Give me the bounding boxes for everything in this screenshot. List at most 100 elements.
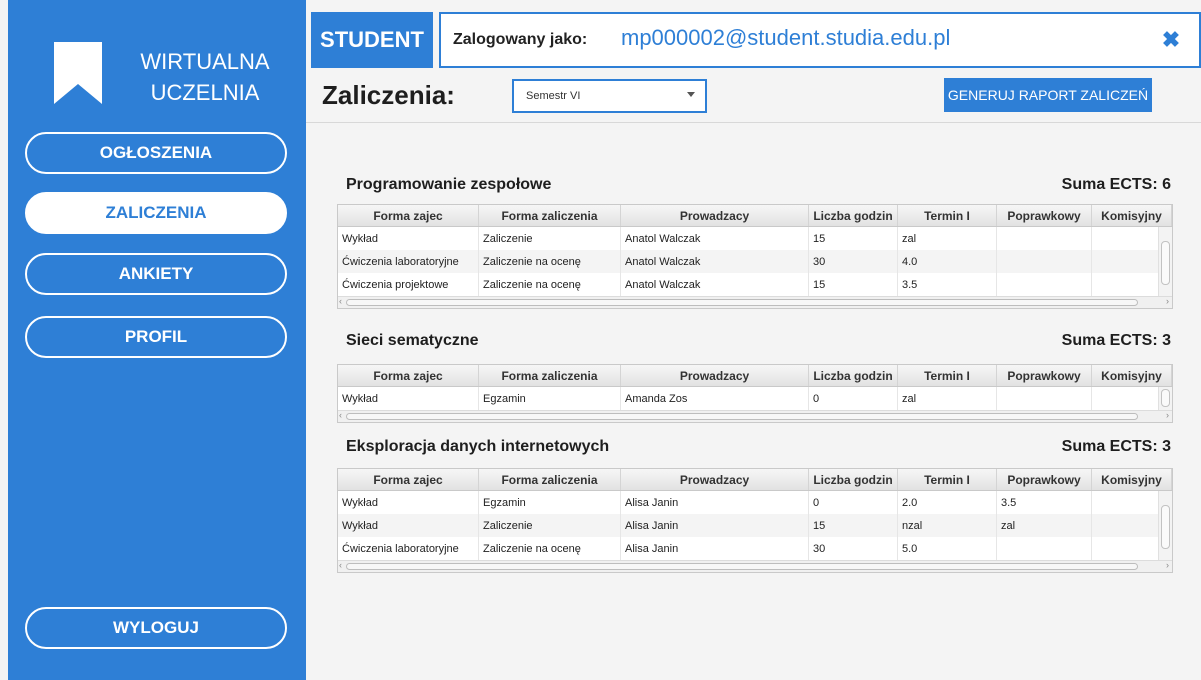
close-icon[interactable]: ✖ bbox=[1159, 28, 1183, 52]
table-cell: Wykład bbox=[338, 227, 479, 250]
table-header: Forma zajec Forma zaliczenia Prowadzacy … bbox=[338, 365, 1172, 387]
sidebar-item-ogloszenia[interactable]: OGŁOSZENIA bbox=[25, 132, 287, 174]
column-header[interactable]: Komisyjny bbox=[1092, 205, 1172, 226]
table-cell: zal bbox=[997, 514, 1092, 537]
column-header[interactable]: Forma zaliczenia bbox=[479, 365, 621, 386]
column-header[interactable]: Poprawkowy bbox=[997, 365, 1092, 386]
table-cell: 15 bbox=[809, 514, 898, 537]
horizontal-scrollbar[interactable]: ‹ › bbox=[338, 410, 1172, 422]
login-bar: Zalogowany jako: mp000002@student.studia… bbox=[439, 12, 1201, 68]
grades-table: Forma zajec Forma zaliczenia Prowadzacy … bbox=[337, 364, 1173, 423]
table-cell: Egzamin bbox=[479, 491, 621, 514]
column-header[interactable]: Prowadzacy bbox=[621, 469, 809, 490]
table-cell: 15 bbox=[809, 273, 898, 296]
chevron-right-icon[interactable]: › bbox=[1166, 296, 1169, 306]
sidebar-item-zaliczenia[interactable]: ZALICZENIA bbox=[25, 192, 287, 234]
horizontal-scrollbar[interactable]: ‹ › bbox=[338, 560, 1172, 572]
bookmark-logo-icon bbox=[54, 42, 102, 104]
scrollbar-thumb[interactable] bbox=[1161, 241, 1170, 285]
chevron-right-icon[interactable]: › bbox=[1166, 410, 1169, 420]
table-cell: 30 bbox=[809, 537, 898, 560]
table-cell: Ćwiczenia projektowe bbox=[338, 273, 479, 296]
table-row[interactable]: Ćwiczenia laboratoryjne Zaliczenie na oc… bbox=[338, 537, 1172, 560]
table-cell: Zaliczenie na ocenę bbox=[479, 273, 621, 296]
column-header[interactable]: Forma zajec bbox=[338, 469, 479, 490]
table-cell: 15 bbox=[809, 227, 898, 250]
table-cell: 2.0 bbox=[898, 491, 997, 514]
chevron-right-icon[interactable]: › bbox=[1166, 560, 1169, 570]
table-header: Forma zajec Forma zaliczenia Prowadzacy … bbox=[338, 205, 1172, 227]
table-cell: Anatol Walczak bbox=[621, 250, 809, 273]
scrollbar-thumb[interactable] bbox=[346, 299, 1138, 306]
table-row[interactable]: Wykład Zaliczenie Anatol Walczak 15 zal bbox=[338, 227, 1172, 250]
table-row[interactable]: Wykład Zaliczenie Alisa Janin 15 nzal za… bbox=[338, 514, 1172, 537]
sidebar-item-ankiety[interactable]: ANKIETY bbox=[25, 253, 287, 295]
table-cell: zal bbox=[898, 387, 997, 410]
column-header[interactable]: Forma zajec bbox=[338, 205, 479, 226]
column-header[interactable]: Poprawkowy bbox=[997, 205, 1092, 226]
table-cell: Zaliczenie na ocenę bbox=[479, 250, 621, 273]
column-header[interactable]: Liczba godzin bbox=[809, 365, 898, 386]
table-cell: Alisa Janin bbox=[621, 514, 809, 537]
column-header[interactable]: Termin I bbox=[898, 205, 997, 226]
grades-table: Forma zajec Forma zaliczenia Prowadzacy … bbox=[337, 204, 1173, 309]
table-cell bbox=[997, 387, 1092, 410]
table-cell bbox=[997, 250, 1092, 273]
column-header[interactable]: Termin I bbox=[898, 469, 997, 490]
course-section: Eksploracja danych internetowych Suma EC… bbox=[337, 438, 1173, 588]
generate-report-button[interactable]: GENERUJ RAPORT ZALICZEŃ bbox=[944, 78, 1152, 112]
logo-line-1: WIRTUALNA bbox=[140, 49, 270, 74]
scrollbar-thumb[interactable] bbox=[1161, 505, 1170, 549]
table-cell bbox=[997, 273, 1092, 296]
vertical-scrollbar[interactable] bbox=[1158, 387, 1172, 410]
column-header[interactable]: Komisyjny bbox=[1092, 365, 1172, 386]
column-header[interactable]: Poprawkowy bbox=[997, 469, 1092, 490]
table-row[interactable]: Wykład Egzamin Amanda Zos 0 zal bbox=[338, 387, 1172, 410]
chevron-left-icon[interactable]: ‹ bbox=[339, 410, 342, 420]
table-cell: Zaliczenie na ocenę bbox=[479, 537, 621, 560]
column-header[interactable]: Forma zaliczenia bbox=[479, 469, 621, 490]
table-cell: Wykład bbox=[338, 491, 479, 514]
table-cell: 4.0 bbox=[898, 250, 997, 273]
table-cell: Zaliczenie bbox=[479, 514, 621, 537]
semester-select[interactable]: Semestr VI bbox=[512, 79, 707, 113]
table-cell: 5.0 bbox=[898, 537, 997, 560]
table-cell: 0 bbox=[809, 491, 898, 514]
table-cell: Ćwiczenia laboratoryjne bbox=[338, 250, 479, 273]
table-row[interactable]: Wykład Egzamin Alisa Janin 0 2.0 3.5 bbox=[338, 491, 1172, 514]
column-header[interactable]: Termin I bbox=[898, 365, 997, 386]
chevron-left-icon[interactable]: ‹ bbox=[339, 560, 342, 570]
logout-button[interactable]: WYLOGUJ bbox=[25, 607, 287, 649]
course-ects: Suma ECTS: 3 bbox=[1061, 332, 1171, 349]
role-badge: STUDENT bbox=[311, 12, 433, 68]
scrollbar-thumb[interactable] bbox=[346, 413, 1138, 420]
table-cell: nzal bbox=[898, 514, 997, 537]
column-header[interactable]: Prowadzacy bbox=[621, 205, 809, 226]
app-logo-text: WIRTUALNA UCZELNIA bbox=[120, 46, 290, 108]
course-title: Sieci sematyczne bbox=[346, 332, 479, 349]
semester-select-value: Semestr VI bbox=[526, 90, 581, 102]
column-header[interactable]: Forma zaliczenia bbox=[479, 205, 621, 226]
column-header[interactable]: Forma zajec bbox=[338, 365, 479, 386]
column-header[interactable]: Liczba godzin bbox=[809, 469, 898, 490]
app-window: WIRTUALNA UCZELNIA OGŁOSZENIA ZALICZENIA… bbox=[0, 0, 1201, 680]
table-cell: Wykład bbox=[338, 387, 479, 410]
table-row[interactable]: Ćwiczenia laboratoryjne Zaliczenie na oc… bbox=[338, 250, 1172, 273]
scrollbar-thumb[interactable] bbox=[346, 563, 1138, 570]
user-email: mp000002@student.studia.edu.pl bbox=[621, 25, 951, 50]
vertical-scrollbar[interactable] bbox=[1158, 227, 1172, 296]
column-header[interactable]: Prowadzacy bbox=[621, 365, 809, 386]
course-section: Sieci sematyczne Suma ECTS: 3 Forma zaje… bbox=[337, 332, 1173, 424]
course-ects: Suma ECTS: 3 bbox=[1061, 438, 1171, 455]
column-header[interactable]: Liczba godzin bbox=[809, 205, 898, 226]
column-header[interactable]: Komisyjny bbox=[1092, 469, 1172, 490]
table-row[interactable]: Ćwiczenia projektowe Zaliczenie na ocenę… bbox=[338, 273, 1172, 296]
logo-line-2: UCZELNIA bbox=[150, 80, 260, 105]
sidebar-item-profil[interactable]: PROFIL bbox=[25, 316, 287, 358]
horizontal-scrollbar[interactable]: ‹ › bbox=[338, 296, 1172, 308]
vertical-scrollbar[interactable] bbox=[1158, 491, 1172, 560]
course-title: Eksploracja danych internetowych bbox=[346, 438, 610, 455]
chevron-left-icon[interactable]: ‹ bbox=[339, 296, 342, 306]
scrollbar-thumb[interactable] bbox=[1161, 389, 1170, 407]
table-cell: Wykład bbox=[338, 514, 479, 537]
